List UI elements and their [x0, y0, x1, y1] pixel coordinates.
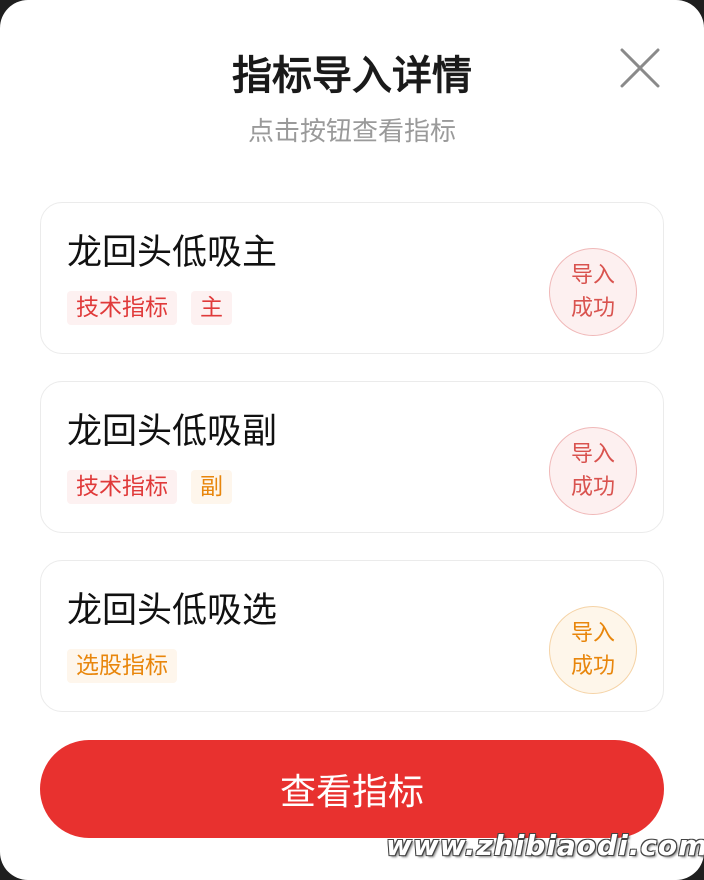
badge-line-1: 导入: [570, 621, 615, 646]
import-success-badge: 导入 成功: [549, 427, 637, 515]
indicator-name: 龙回头低吸主: [67, 233, 278, 273]
indicator-name: 龙回头低吸副: [67, 412, 278, 452]
close-button[interactable]: [616, 44, 664, 92]
import-success-badge: 导入 成功: [549, 248, 637, 336]
import-success-badge: 导入 成功: [549, 606, 637, 694]
indicator-tag: 技术指标: [67, 470, 177, 504]
view-indicators-button[interactable]: 查看指标: [40, 740, 664, 838]
indicator-tag: 选股指标: [67, 649, 177, 683]
badge-line-1: 导入: [570, 442, 615, 467]
badge-line-2: 成功: [570, 296, 615, 321]
indicator-tags: 选股指标: [67, 649, 177, 683]
indicator-card: 龙回头低吸选选股指标 导入成功: [40, 560, 664, 712]
badge-line-1: 导入: [570, 263, 615, 288]
view-indicators-label: 查看指标: [279, 772, 424, 813]
indicator-card: 龙回头低吸副技术指标副 导入成功: [40, 381, 664, 533]
indicator-tags: 技术指标主: [67, 291, 232, 325]
indicator-tag: 主: [191, 291, 232, 325]
import-details-dialog: 指标导入详情 点击按钮查看指标 龙回头低吸主 技术指标主导入 成功 龙回头低吸副 技术指…: [0, 0, 704, 880]
indicator-tag: 副: [191, 470, 232, 504]
close-icon: [620, 48, 660, 88]
indicator-tags: 技术指标副: [67, 470, 232, 504]
dialog-subtitle: 点击按钮查看指标: [247, 117, 456, 147]
dialog-title: 指标导入详情: [232, 53, 472, 99]
indicator-card: 龙回头低吸主技术指标主 导入成功: [40, 202, 664, 354]
badge-line-2: 成功: [570, 475, 615, 500]
site-watermark: www.zhibiaodi.com: [386, 829, 704, 862]
indicator-name: 龙回头低吸选: [67, 591, 278, 631]
indicator-tag: 技术指标: [67, 291, 177, 325]
badge-line-2: 成功: [570, 654, 615, 679]
